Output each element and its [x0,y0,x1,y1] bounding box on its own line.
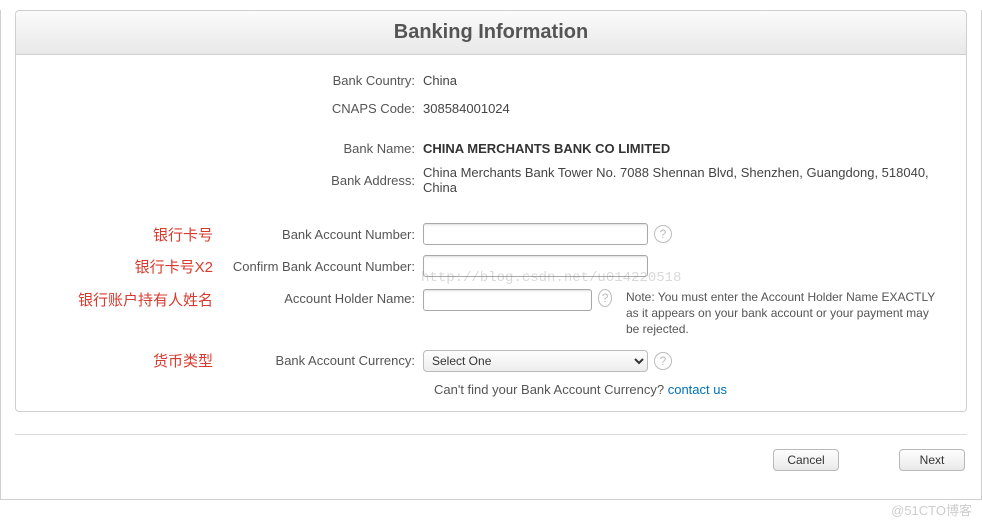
help-icon[interactable]: ? [598,289,612,307]
contact-us-link[interactable]: contact us [668,382,727,397]
account-number-label: Bank Account Number: [221,227,421,242]
holder-name-label: Account Holder Name: [221,289,421,306]
annotation-account-number: 银行卡号 [46,224,221,245]
button-bar: Cancel Next [1,435,981,471]
currency-hint-text: Can't find your Bank Account Currency? [434,382,668,397]
currency-label: Bank Account Currency: [221,353,421,368]
holder-name-input[interactable] [423,289,592,311]
bank-address-value: China Merchants Bank Tower No. 7088 Shen… [421,165,936,195]
watermark-corner: @51CTO博客 [891,500,972,519]
bank-country-label: Bank Country: [221,73,421,88]
next-button[interactable]: Next [899,449,965,471]
bank-address-label: Bank Address: [221,173,421,188]
currency-select[interactable]: Select One [423,350,648,372]
cnaps-value: 308584001024 [421,101,936,116]
holder-name-note: Note: You must enter the Account Holder … [626,289,936,338]
cancel-button[interactable]: Cancel [773,449,839,471]
bank-country-value: China [421,73,936,88]
annotation-currency: 货币类型 [46,350,221,371]
annotation-holder-name: 银行账户持有人姓名 [46,289,221,310]
confirm-number-input[interactable] [423,255,648,277]
cnaps-label: CNAPS Code: [221,101,421,116]
help-icon[interactable]: ? [654,225,672,243]
help-icon[interactable]: ? [654,352,672,370]
panel-header: Banking Information [16,11,966,55]
annotation-confirm-number: 银行卡号X2 [46,256,221,277]
bank-name-label: Bank Name: [221,141,421,156]
page-title: Banking Information [16,21,966,44]
confirm-number-label: Confirm Bank Account Number: [221,259,421,274]
bank-name-value: CHINA MERCHANTS BANK CO LIMITED [421,141,936,156]
account-number-input[interactable] [423,223,648,245]
banking-info-panel: Banking Information Bank Country: China … [15,10,967,412]
